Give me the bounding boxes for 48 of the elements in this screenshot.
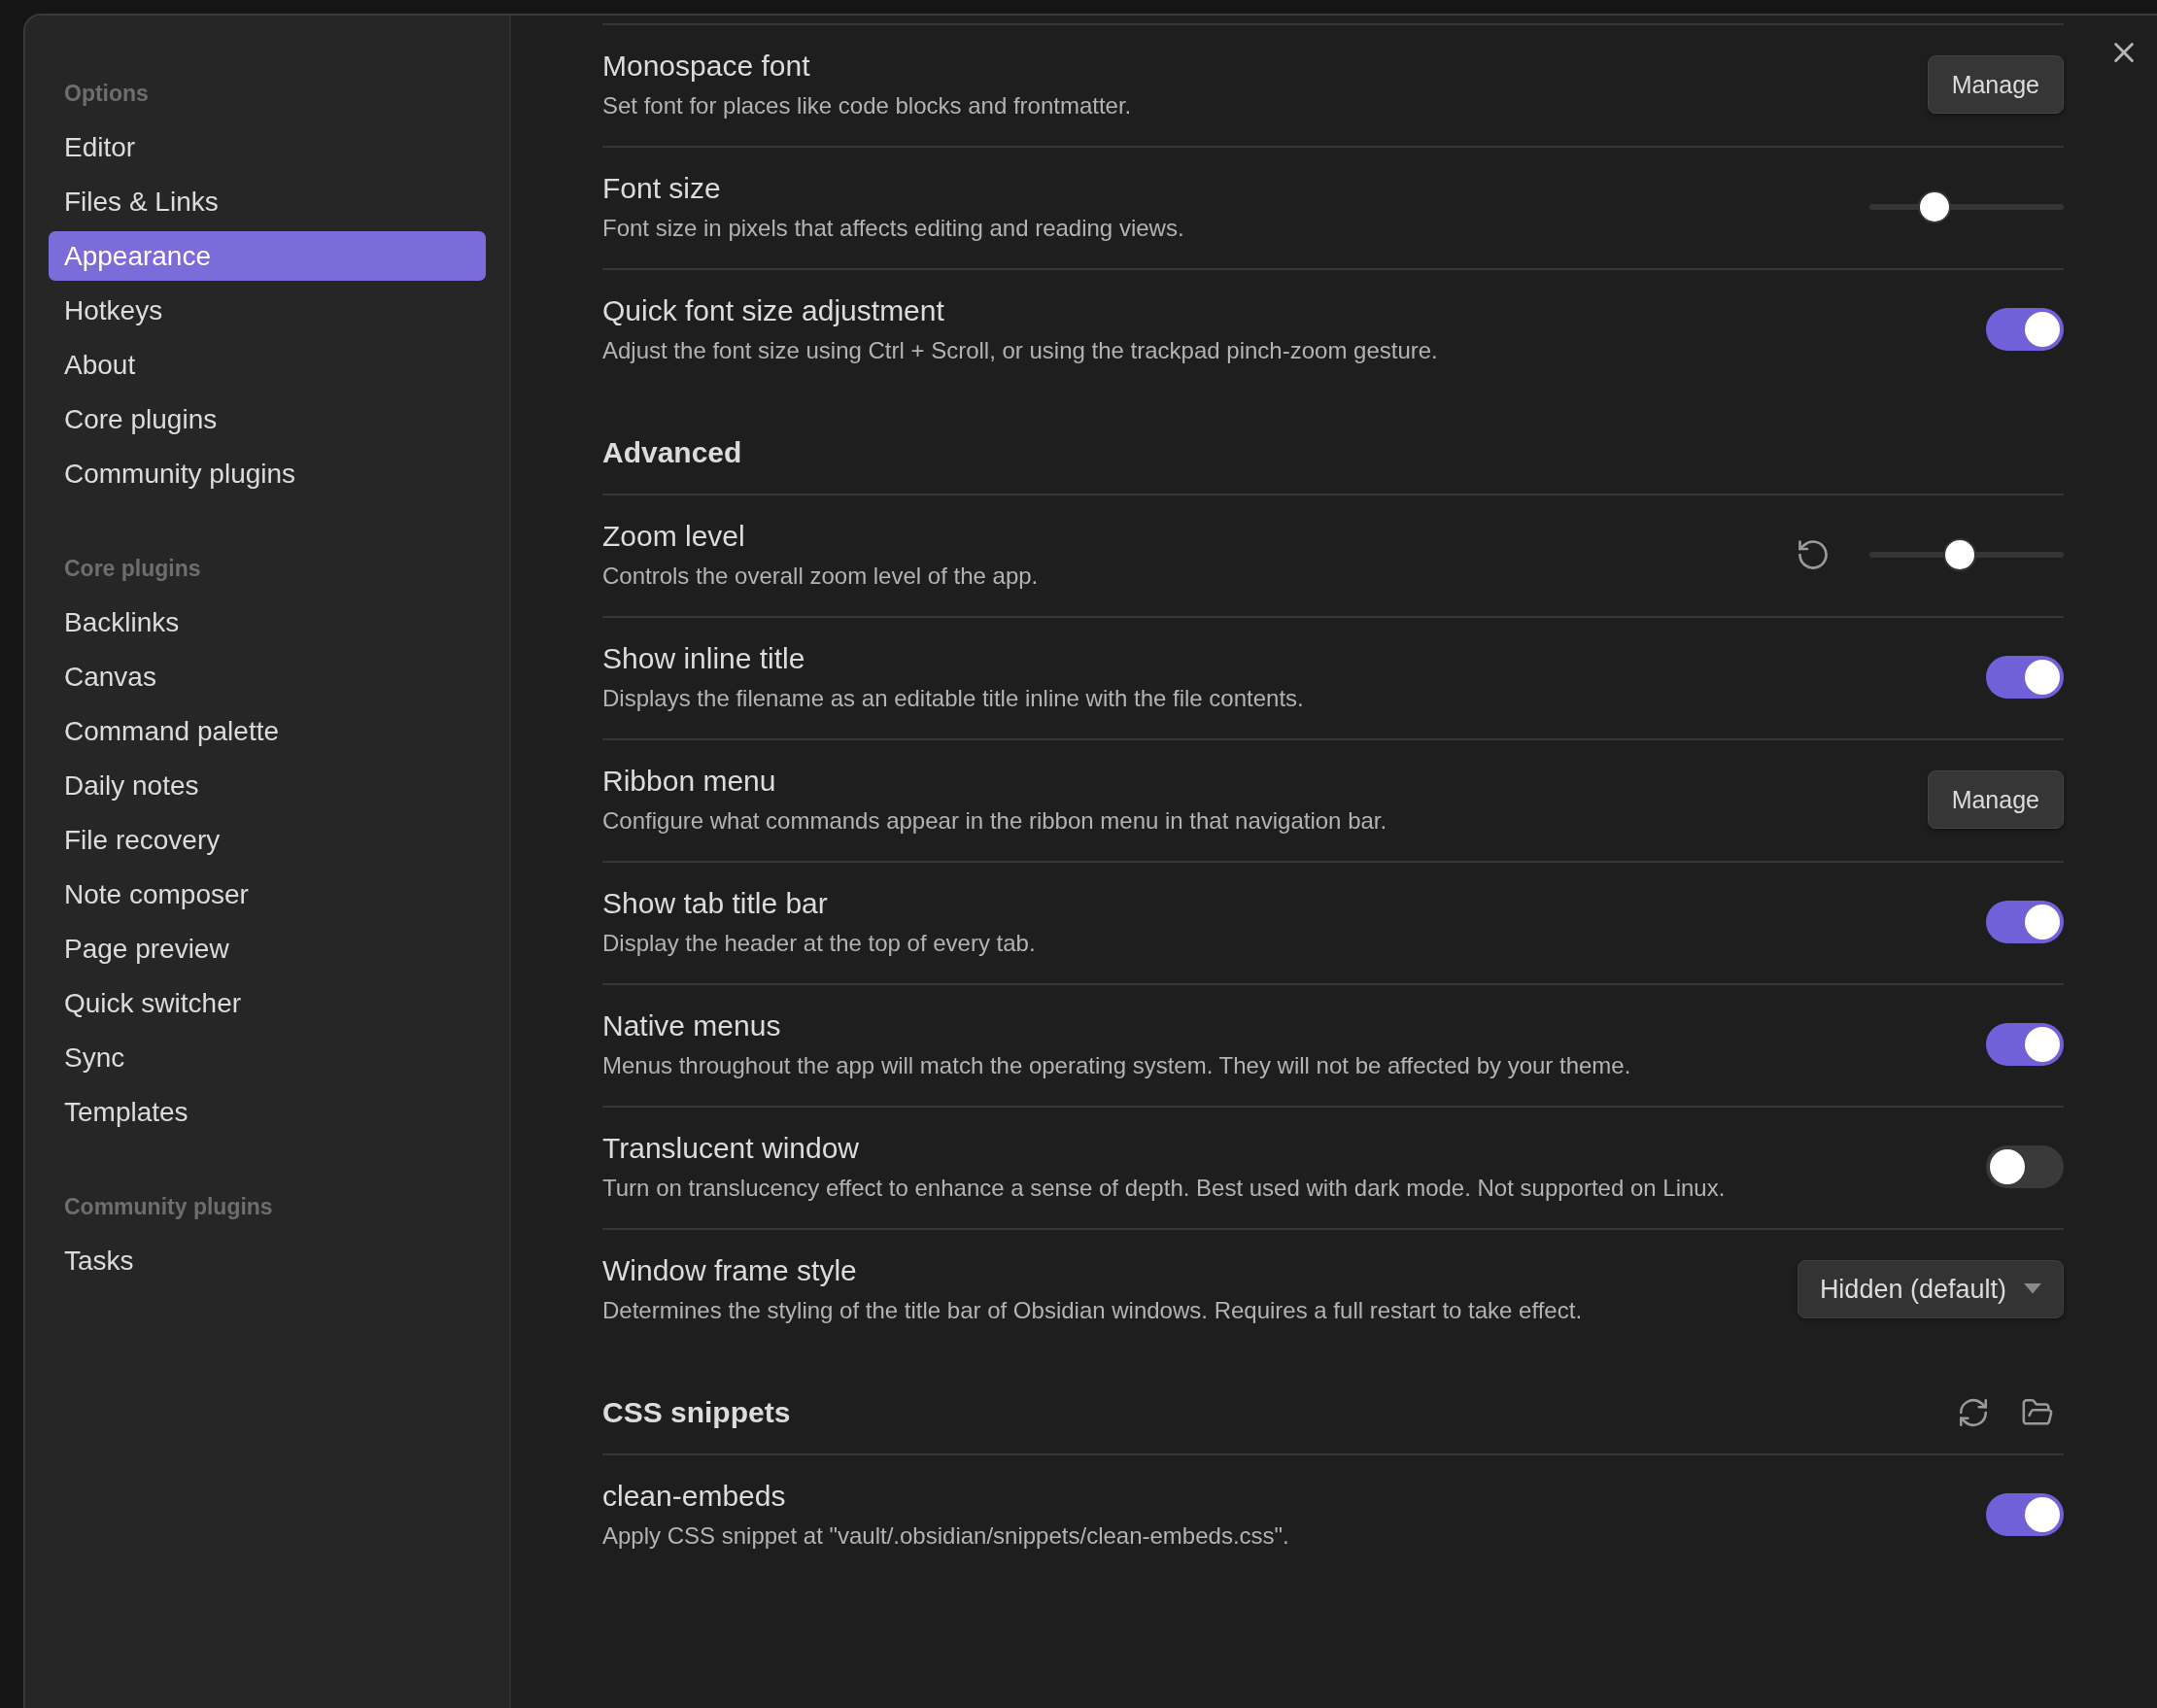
setting-name: Show inline title	[602, 641, 806, 676]
sidebar-item[interactable]: Backlinks	[49, 598, 486, 647]
setting-name: Native menus	[602, 1008, 782, 1043]
setting-name: Zoom level	[602, 519, 746, 554]
setting-name: Monospace font	[602, 49, 811, 84]
setting-name: Translucent window	[602, 1131, 860, 1166]
sidebar-item[interactable]: Command palette	[49, 706, 486, 756]
sidebar-item[interactable]: Templates	[49, 1087, 486, 1137]
setting-name: Ribbon menu	[602, 764, 777, 799]
section-heading: CSS snippets	[602, 1395, 792, 1430]
sidebar-section-header: Options	[63, 80, 150, 108]
sidebar-item[interactable]: Appearance	[49, 231, 486, 281]
setting-name: Quick font size adjustment	[602, 293, 945, 328]
setting-description: Turn on translucency effect to enhance a sense of depth. Best used with dark mode. Not supported on Linux.	[602, 1174, 1727, 1203]
setting-name: Window frame style	[602, 1253, 858, 1288]
sidebar-item[interactable]: Sync	[49, 1033, 486, 1082]
sidebar-section-header: Core plugins	[63, 555, 202, 583]
setting-description: Set font for places like code blocks and frontmatter.	[602, 91, 1133, 120]
setting-description: Controls the overall zoom level of the app.	[602, 562, 1040, 591]
dropdown[interactable]: Hidden (default)	[1797, 1260, 2064, 1318]
manage-button[interactable]: Manage	[1927, 770, 2064, 829]
setting-description: Apply CSS snippet at "vault/.obsidian/snippets/clean-embeds.css".	[602, 1521, 1290, 1551]
setting-name: Font size	[602, 171, 722, 206]
setting-description: Adjust the font size using Ctrl + Scroll, or using the trackpad pinch-zoom gesture.	[602, 336, 1439, 365]
sidebar-item[interactable]: Quick switcher	[49, 978, 486, 1028]
setting-description: Determines the styling of the title bar of Obsidian windows. Requires a full restart to take effect.	[602, 1296, 1584, 1325]
section-heading: Advanced	[602, 435, 743, 470]
sidebar-item[interactable]: Community plugins	[49, 449, 486, 498]
sidebar-item[interactable]: Daily notes	[49, 761, 486, 810]
sidebar-item[interactable]: Note composer	[49, 870, 486, 919]
sidebar-item[interactable]: Hotkeys	[49, 286, 486, 335]
manage-button[interactable]: Manage	[1927, 55, 2064, 114]
sidebar-item[interactable]: Editor	[49, 122, 486, 172]
setting-description: Displays the filename as an editable title inline with the file contents.	[602, 684, 1305, 713]
setting-description: Menus throughout the app will match the operating system. They will not be affected by your theme.	[602, 1051, 1632, 1080]
setting-name: Show tab title bar	[602, 886, 829, 921]
sidebar-item[interactable]: Files & Links	[49, 177, 486, 226]
sidebar-item[interactable]: File recovery	[49, 815, 486, 865]
sidebar-item[interactable]: About	[49, 340, 486, 390]
sidebar-section-header: Community plugins	[63, 1193, 274, 1221]
setting-description: Display the header at the top of every tab.	[602, 929, 1037, 958]
sidebar-item[interactable]: Page preview	[49, 924, 486, 974]
setting-description: Font size in pixels that affects editing and reading views.	[602, 214, 1185, 243]
sidebar-item[interactable]: Canvas	[49, 652, 486, 701]
sidebar-item[interactable]: Tasks	[49, 1236, 486, 1285]
setting-description: Configure what commands appear in the ribbon menu in that navigation bar.	[602, 806, 1388, 836]
sidebar-item[interactable]: Core plugins	[49, 394, 486, 444]
setting-name: clean-embeds	[602, 1479, 787, 1514]
